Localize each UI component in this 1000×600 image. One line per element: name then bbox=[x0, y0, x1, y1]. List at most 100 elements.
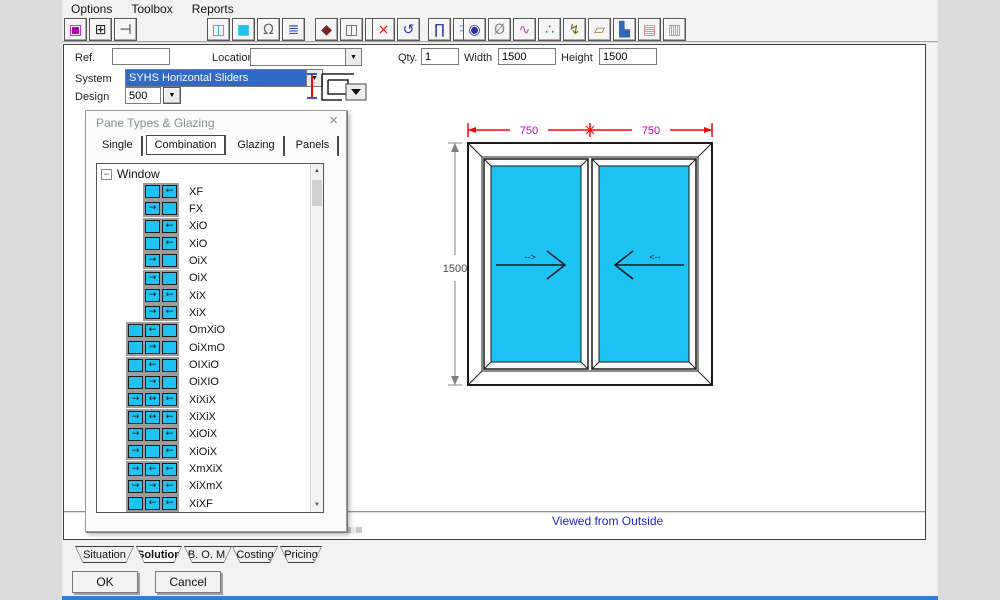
list-item[interactable]: ←XiO bbox=[97, 235, 310, 252]
list-item[interactable]: ←XiO bbox=[97, 218, 310, 235]
list-item[interactable]: →OiX bbox=[97, 252, 310, 269]
sheet-tab-solution[interactable]: Solution bbox=[136, 546, 182, 563]
scroll-down-icon[interactable]: ▼ bbox=[311, 498, 323, 512]
sheet-tab-bom[interactable]: B. O. M. bbox=[184, 546, 232, 563]
pane-config-icon: → bbox=[115, 374, 179, 391]
list-item[interactable]: →↔←XiXiX bbox=[97, 391, 310, 408]
pane-plain bbox=[162, 341, 177, 354]
list-item[interactable]: →←XiOiX bbox=[97, 426, 310, 443]
list-item[interactable]: →←XiX bbox=[97, 287, 310, 304]
sheet-tab-label: Pricing bbox=[281, 547, 321, 562]
list-item[interactable]: ←OmXiO bbox=[97, 322, 310, 339]
scales-icon: ∏ bbox=[434, 23, 445, 37]
window-elevation-button[interactable]: ◫ bbox=[207, 18, 230, 41]
list-item[interactable]: ←←XiXF bbox=[97, 495, 310, 512]
system-value: SYHS Horizontal Sliders bbox=[126, 70, 306, 86]
signature-zigzag-button[interactable]: ∿ bbox=[513, 18, 536, 41]
sheet-tab-costing[interactable]: Costing bbox=[232, 546, 278, 563]
scroll-up-icon[interactable]: ▲ bbox=[311, 164, 323, 178]
tree-node-window[interactable]: − Window bbox=[101, 167, 160, 181]
spray-head-button[interactable]: Ø bbox=[488, 18, 511, 41]
print-report-button[interactable]: ▤ bbox=[638, 18, 661, 41]
framed-window-button[interactable]: ◫ bbox=[340, 18, 363, 41]
pane-plain bbox=[128, 497, 143, 510]
door-panel-button[interactable]: ⊣ bbox=[114, 18, 137, 41]
left-sash[interactable]: --> bbox=[484, 159, 588, 369]
lamp-button[interactable]: Ω bbox=[257, 18, 280, 41]
menu-toolbox[interactable]: Toolbox bbox=[128, 0, 182, 18]
cascade-panes-button[interactable]: ▣ bbox=[64, 18, 87, 41]
pane-config-icon: →↔← bbox=[115, 409, 179, 426]
list-item[interactable]: →OiX bbox=[97, 270, 310, 287]
pane-left: ← bbox=[162, 220, 177, 233]
color-dots-button[interactable]: ∴ bbox=[538, 18, 561, 41]
list-item[interactable]: →←XiOiX bbox=[97, 443, 310, 460]
sheet-tab-label: Solution bbox=[137, 547, 181, 562]
pane-types-dialog: Pane Types & Glazing × SingleCombination… bbox=[85, 110, 347, 532]
pane-left: ← bbox=[162, 289, 177, 302]
scrollbar-thumb[interactable] bbox=[312, 180, 322, 206]
color-dots-icon: ∴ bbox=[545, 23, 554, 37]
height-input[interactable] bbox=[599, 48, 657, 65]
location-dropdown-button[interactable]: ▼ bbox=[345, 49, 361, 65]
glass-pane-button[interactable]: ■ bbox=[232, 18, 255, 41]
height-dimension: 1500 bbox=[443, 143, 467, 385]
menu-reports[interactable]: Reports bbox=[189, 0, 244, 18]
undo-button[interactable]: ↺ bbox=[397, 18, 420, 41]
tab-single[interactable]: Single bbox=[94, 136, 143, 156]
pane-left: ← bbox=[162, 497, 177, 510]
dim-left-label: 750 bbox=[520, 125, 538, 137]
list-item-label: XmXiX bbox=[189, 463, 223, 475]
design-input[interactable] bbox=[125, 87, 161, 104]
qty-input[interactable] bbox=[421, 48, 459, 65]
profile-dropdown-button[interactable] bbox=[346, 84, 366, 100]
list-item[interactable]: →OiXmO bbox=[97, 339, 310, 356]
scales-button[interactable]: ∏ bbox=[428, 18, 451, 41]
pointer-arrow-button[interactable]: ◆ bbox=[315, 18, 338, 41]
sheet-tab-pricing[interactable]: Pricing bbox=[280, 546, 322, 563]
cancel-button[interactable]: Cancel bbox=[155, 571, 221, 593]
list-item[interactable]: ← XF bbox=[97, 183, 310, 200]
list-item-label: XF bbox=[189, 186, 203, 198]
right-sash[interactable]: <-- bbox=[592, 159, 696, 369]
ref-input[interactable] bbox=[112, 48, 170, 65]
folder-settings-button[interactable]: ▱ bbox=[588, 18, 611, 41]
design-dropdown-button[interactable]: ▼ bbox=[163, 87, 181, 104]
zoom-button[interactable]: ◉ bbox=[463, 18, 486, 41]
parts-list-button[interactable]: ≣ bbox=[282, 18, 305, 41]
delete-button[interactable]: × bbox=[372, 18, 395, 41]
undo-icon: ↺ bbox=[403, 23, 415, 37]
collapse-icon[interactable]: − bbox=[101, 169, 112, 180]
list-item[interactable]: →FX bbox=[97, 200, 310, 217]
tab-glazing[interactable]: Glazing bbox=[229, 136, 284, 156]
sheet-tab-situation[interactable]: Situation bbox=[75, 546, 134, 563]
system-combobox[interactable]: SYHS Horizontal Sliders ▼ bbox=[125, 69, 323, 87]
ok-button[interactable]: OK bbox=[72, 571, 138, 593]
pane-right: → bbox=[145, 272, 160, 285]
pane-left: ← bbox=[145, 324, 160, 337]
close-icon[interactable]: × bbox=[329, 113, 338, 129]
list-item[interactable]: →→←XiXmX bbox=[97, 478, 310, 495]
list-scrollbar[interactable]: ▲ ▼ bbox=[310, 164, 323, 512]
print-report-icon: ▤ bbox=[643, 23, 656, 37]
list-item[interactable]: →OiXIO bbox=[97, 374, 310, 391]
profile-selector[interactable] bbox=[302, 66, 380, 106]
pane-config-icon: ← bbox=[115, 322, 179, 339]
grid-window-button[interactable]: ⊞ bbox=[89, 18, 112, 41]
tab-combination[interactable]: Combination bbox=[146, 135, 227, 155]
zoom-icon: ◉ bbox=[468, 23, 480, 37]
pane-left: ← bbox=[162, 185, 177, 198]
menu-options[interactable]: Options bbox=[68, 0, 122, 18]
width-input[interactable] bbox=[498, 48, 556, 65]
list-item[interactable]: ←OIXiO bbox=[97, 357, 310, 374]
location-combobox[interactable]: ▼ bbox=[250, 48, 362, 66]
list-item[interactable]: →↔←XiXiX bbox=[97, 409, 310, 426]
list-item[interactable]: →←XiX bbox=[97, 304, 310, 321]
tab-panels[interactable]: Panels bbox=[288, 136, 340, 156]
pane-right: → bbox=[145, 306, 160, 319]
notes-button[interactable]: ▥ bbox=[663, 18, 686, 41]
flashlight-button[interactable]: ↯ bbox=[563, 18, 586, 41]
pane-left: ← bbox=[162, 480, 177, 493]
chart-report-button[interactable]: ▙ bbox=[613, 18, 636, 41]
list-item[interactable]: →←←XmXiX bbox=[97, 461, 310, 478]
